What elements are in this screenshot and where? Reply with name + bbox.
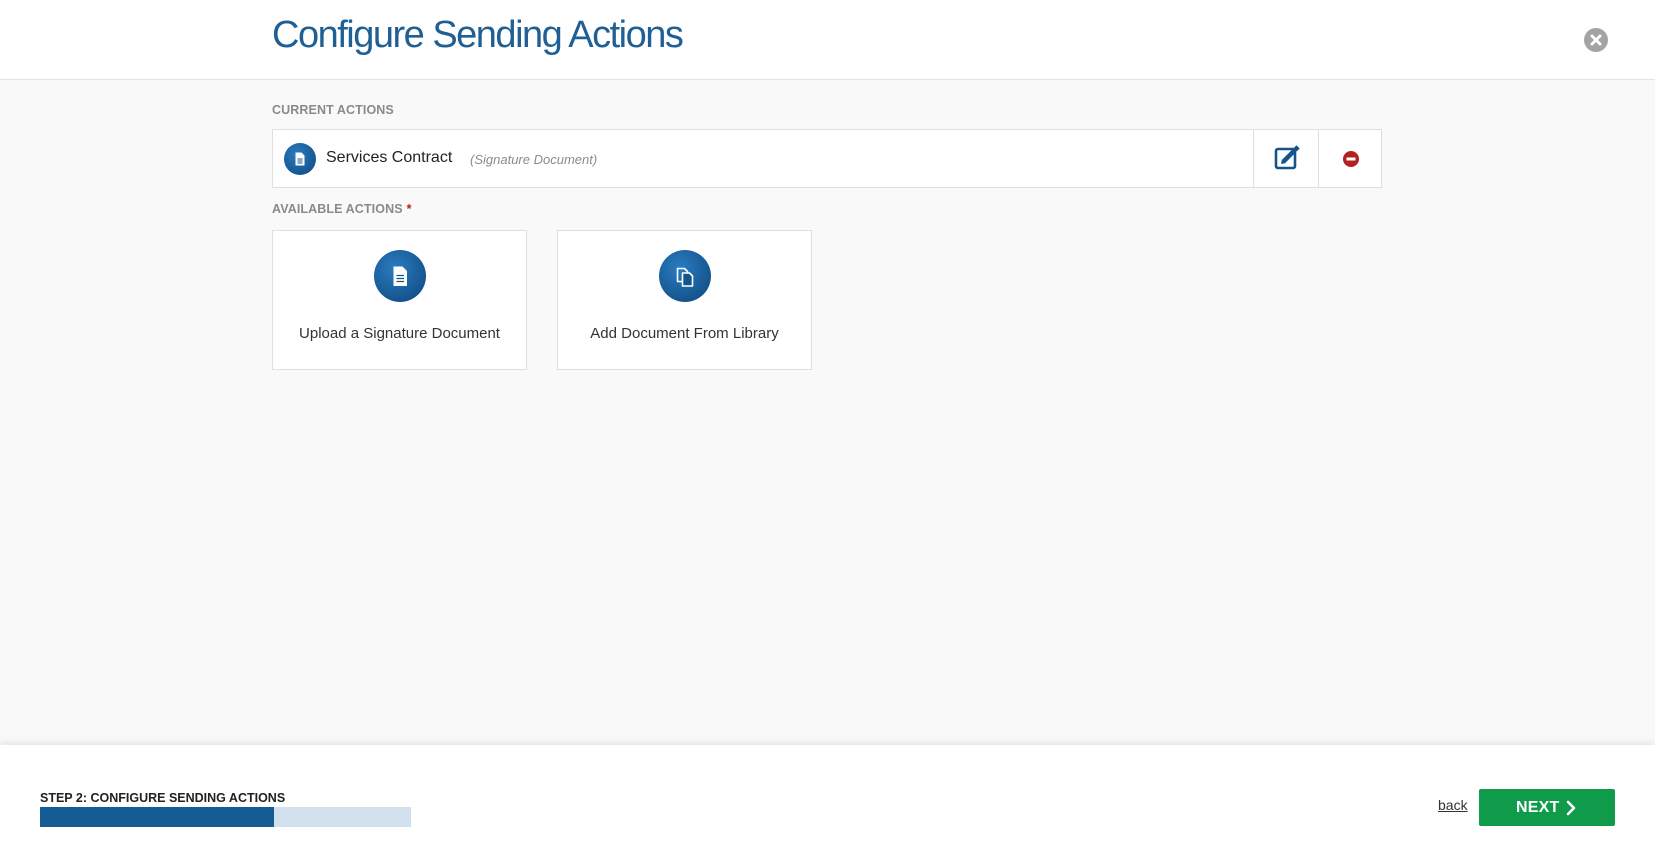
document-icon [284, 143, 316, 175]
available-actions-text: AVAILABLE ACTIONS [272, 202, 403, 216]
next-button[interactable]: NEXT [1479, 789, 1615, 826]
remove-icon [1343, 151, 1359, 167]
current-action-row: Services Contract (Signature Document) [272, 129, 1382, 188]
current-actions-label: CURRENT ACTIONS [272, 103, 394, 117]
current-action-name: Services Contract [326, 149, 453, 166]
required-marker: * [406, 202, 412, 216]
current-action-type: (Signature Document) [470, 152, 598, 167]
step-progress-bar [40, 807, 411, 827]
step-label: STEP 2: CONFIGURE SENDING ACTIONS [40, 791, 286, 805]
page-title: Configure Sending Actions [272, 14, 684, 56]
close-icon [1590, 34, 1602, 46]
document-icon [374, 250, 426, 302]
page-header: Configure Sending Actions [0, 0, 1655, 80]
add-document-from-library-card[interactable]: Add Document From Library [557, 230, 812, 370]
add-document-from-library-label: Add Document From Library [590, 325, 779, 342]
back-link[interactable]: back [1438, 797, 1468, 813]
library-copy-icon [659, 250, 711, 302]
chevron-right-icon [1566, 800, 1576, 816]
upload-signature-document-label: Upload a Signature Document [299, 325, 500, 342]
next-button-label: NEXT [1516, 799, 1560, 816]
close-button[interactable] [1584, 28, 1608, 52]
available-actions-label: AVAILABLE ACTIONS * [272, 202, 412, 216]
wizard-footer: STEP 2: CONFIGURE SENDING ACTIONS back N… [0, 745, 1655, 867]
upload-signature-document-card[interactable]: Upload a Signature Document [272, 230, 527, 370]
edit-action-button[interactable] [1253, 130, 1318, 187]
remove-action-button[interactable] [1318, 130, 1383, 187]
step-progress-fill [40, 807, 274, 827]
edit-icon [1274, 145, 1300, 170]
